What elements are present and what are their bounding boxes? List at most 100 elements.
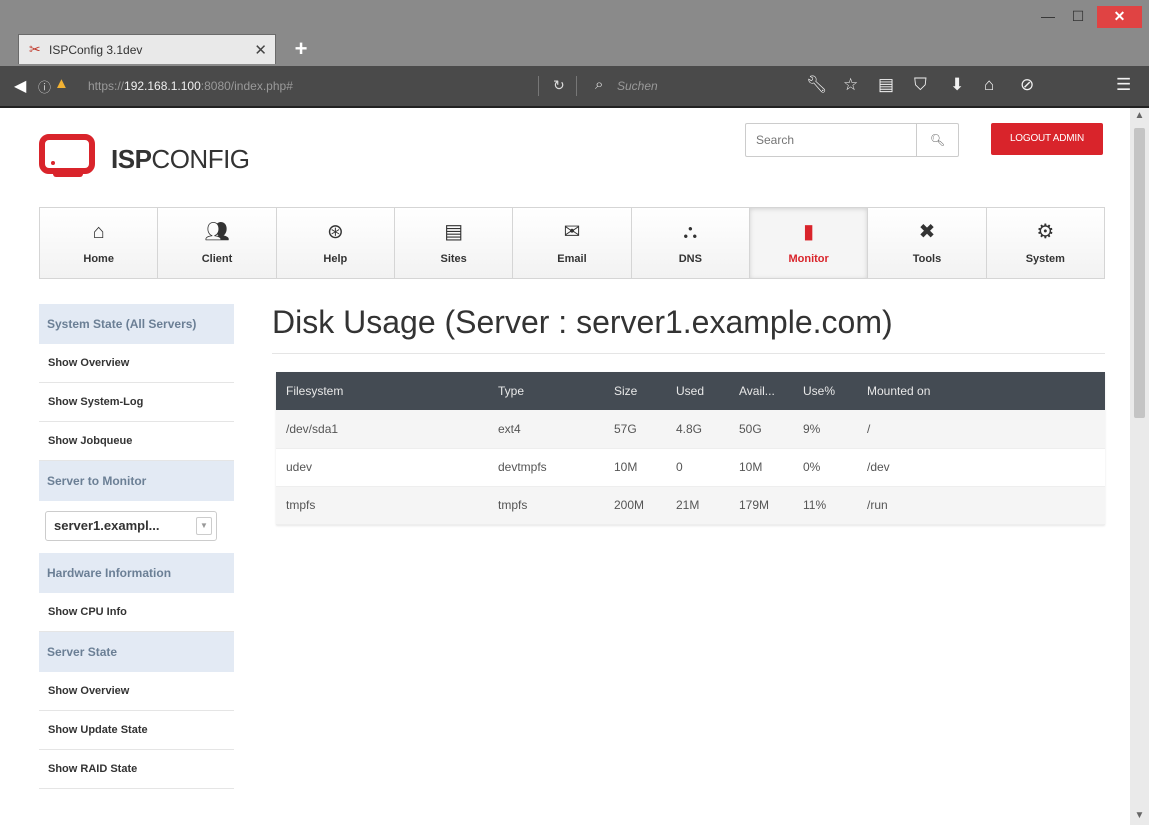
ispconfig-favicon-icon: ✂ [29, 41, 41, 57]
table-cell: 11% [793, 486, 857, 525]
main-navigation: ⌂ Home 👥︎ Client ⊛ Help ▤ Sites ✉ Email … [39, 207, 1105, 279]
home-icon: ⌂ [92, 221, 105, 243]
browser-search-input[interactable]: Suchen [617, 79, 658, 93]
nav-label: Monitor [788, 253, 829, 265]
window-close-button[interactable]: ✕ [1097, 6, 1142, 28]
table-cell: 0% [793, 448, 857, 487]
browser-titlebar: ✂ ISPConfig 3.1dev ✕ + — ☐ ✕ [0, 0, 1149, 66]
sidebar-item-show-jobqueue[interactable]: Show Jobqueue [39, 422, 234, 461]
search-input[interactable] [746, 124, 916, 156]
nav-label: Sites [440, 253, 467, 265]
page-viewport: ISPCONFIG 🔍︎ LOGOUT ADMIN ⌂ Home 👥︎ Clie… [0, 108, 1130, 825]
sidebar-item-show-raid-state[interactable]: Show RAID State [39, 750, 234, 789]
table-cell: / [857, 410, 1105, 449]
nav-client[interactable]: 👥︎ Client [158, 208, 277, 278]
column-header: Mounted on [857, 372, 1105, 410]
new-tab-button[interactable]: + [288, 36, 314, 62]
table-cell: tmpfs [276, 486, 488, 525]
tab-close-icon[interactable]: ✕ [254, 41, 267, 59]
nav-dns[interactable]: ⛬ DNS [631, 208, 750, 278]
network-icon: ⛬ [683, 221, 698, 243]
url-host: 192.168.1.100 [124, 79, 201, 93]
logo-text: ISPCONFIG [111, 144, 250, 174]
page-scrollbar[interactable]: ▲ ▼ [1130, 108, 1149, 825]
nav-monitor[interactable]: ▮ Monitor [749, 208, 869, 278]
table-cell: 9% [793, 410, 857, 449]
sidebar-item-show-overview[interactable]: Show Overview [39, 672, 234, 711]
nav-label: Home [83, 253, 114, 265]
reload-icon[interactable]: ↻ [553, 77, 565, 94]
table-cell: 10M [604, 448, 666, 487]
reading-list-icon[interactable]: ▤ [878, 75, 894, 95]
sidebar-item-show-overview[interactable]: Show Overview [39, 344, 234, 383]
sidebar-heading-hardware-information: Hardware Information [39, 553, 234, 593]
table-cell: ext4 [488, 410, 604, 449]
table-cell: /dev/sda1 [276, 410, 488, 449]
back-arrow-icon[interactable]: ◀ [14, 76, 26, 96]
nav-label: Email [557, 253, 587, 265]
sidebar-item-show-system-log[interactable]: Show System-Log [39, 383, 234, 422]
pocket-icon[interactable]: ⛉ [914, 75, 927, 95]
home-icon[interactable]: ⌂ [984, 75, 994, 95]
nav-sites[interactable]: ▤ Sites [394, 208, 514, 278]
divider [576, 76, 577, 96]
nav-label: Help [323, 253, 348, 265]
table-cell: /dev [857, 448, 1105, 487]
addon-icon[interactable]: ⊘ [1020, 75, 1034, 95]
nav-home[interactable]: ⌂ Home [40, 208, 159, 278]
scroll-up-arrow-icon[interactable]: ▲ [1130, 110, 1149, 121]
nav-system[interactable]: ⚙ System [986, 208, 1104, 278]
window-minimize-button[interactable]: — [1036, 6, 1060, 28]
monitor-logo-icon [39, 134, 95, 177]
sidebar-item-show-cpu-info[interactable]: Show CPU Info [39, 593, 234, 632]
tools-icon: ✖ [918, 221, 936, 243]
column-header: Size [604, 372, 666, 410]
column-header: Used [666, 372, 729, 410]
table-cell: 57G [604, 410, 666, 449]
url-prefix: https:// [88, 79, 125, 93]
table-row: tmpfs tmpfs 200M 21M 179M 11% /run [276, 486, 1105, 525]
nav-email[interactable]: ✉ Email [513, 208, 632, 278]
browser-tab[interactable]: ✂ ISPConfig 3.1dev ✕ [18, 34, 276, 64]
address-bar[interactable]: https://192.168.1.100:8080/index.php# [78, 66, 548, 106]
disk-usage-table: Filesystem Type Size Used Avail... Use% … [276, 372, 1105, 525]
chevron-down-icon: ▼ [196, 517, 212, 535]
server-select-wrapper: server1.exampl... ▼ [39, 501, 234, 553]
nav-label: Client [201, 253, 233, 265]
scroll-thumb[interactable] [1134, 128, 1145, 418]
nav-tools[interactable]: ✖ Tools [868, 208, 987, 278]
lock-warning-icon[interactable]: ▲ [54, 75, 69, 92]
table-cell: 179M [729, 486, 793, 525]
browser-window-icon: ▤ [444, 221, 464, 243]
ispconfig-logo[interactable]: ISPCONFIG [39, 133, 259, 183]
table-cell: 10M [729, 448, 793, 487]
lifebuoy-icon: ⊛ [326, 221, 344, 243]
monitor-meter-icon: ▮ [803, 221, 815, 243]
table-cell: /run [857, 486, 1105, 525]
nav-label: Tools [912, 253, 942, 265]
nav-label: System [1025, 253, 1065, 265]
sidebar: System State (All Servers) Show Overview… [39, 304, 234, 789]
table-row: udev devtmpfs 10M 0 10M 0% /dev [276, 448, 1105, 487]
search-button[interactable]: 🔍︎ [916, 124, 958, 156]
sidebar-item-show-update-state[interactable]: Show Update State [39, 711, 234, 750]
info-icon[interactable]: ⓘ [38, 77, 51, 96]
bookmark-star-icon[interactable]: ☆ [843, 75, 858, 95]
server-select[interactable]: server1.exampl... ▼ [45, 511, 217, 541]
nav-help[interactable]: ⊛ Help [276, 208, 395, 278]
divider [538, 76, 539, 96]
table-cell: 21M [666, 486, 729, 525]
site-search: 🔍︎ [745, 123, 959, 157]
hamburger-menu-icon[interactable]: ☰ [1116, 75, 1131, 95]
search-icon: ⌕ [595, 76, 604, 93]
scroll-down-arrow-icon[interactable]: ▼ [1130, 810, 1149, 821]
browser-navbar: ◀ ⓘ ▲ https://192.168.1.100:8080/index.p… [0, 66, 1149, 108]
logout-button[interactable]: LOGOUT ADMIN [991, 123, 1103, 155]
users-icon: 👥︎ [204, 221, 230, 243]
table-cell: 4.8G [666, 410, 729, 449]
main-content: Disk Usage (Server : server1.example.com… [272, 304, 1105, 525]
table-cell: tmpfs [488, 486, 604, 525]
window-maximize-button[interactable]: ☐ [1066, 6, 1090, 28]
wrench-icon[interactable]: 🔧︎ [806, 75, 828, 95]
download-arrow-icon[interactable]: ⬇ [950, 75, 964, 95]
